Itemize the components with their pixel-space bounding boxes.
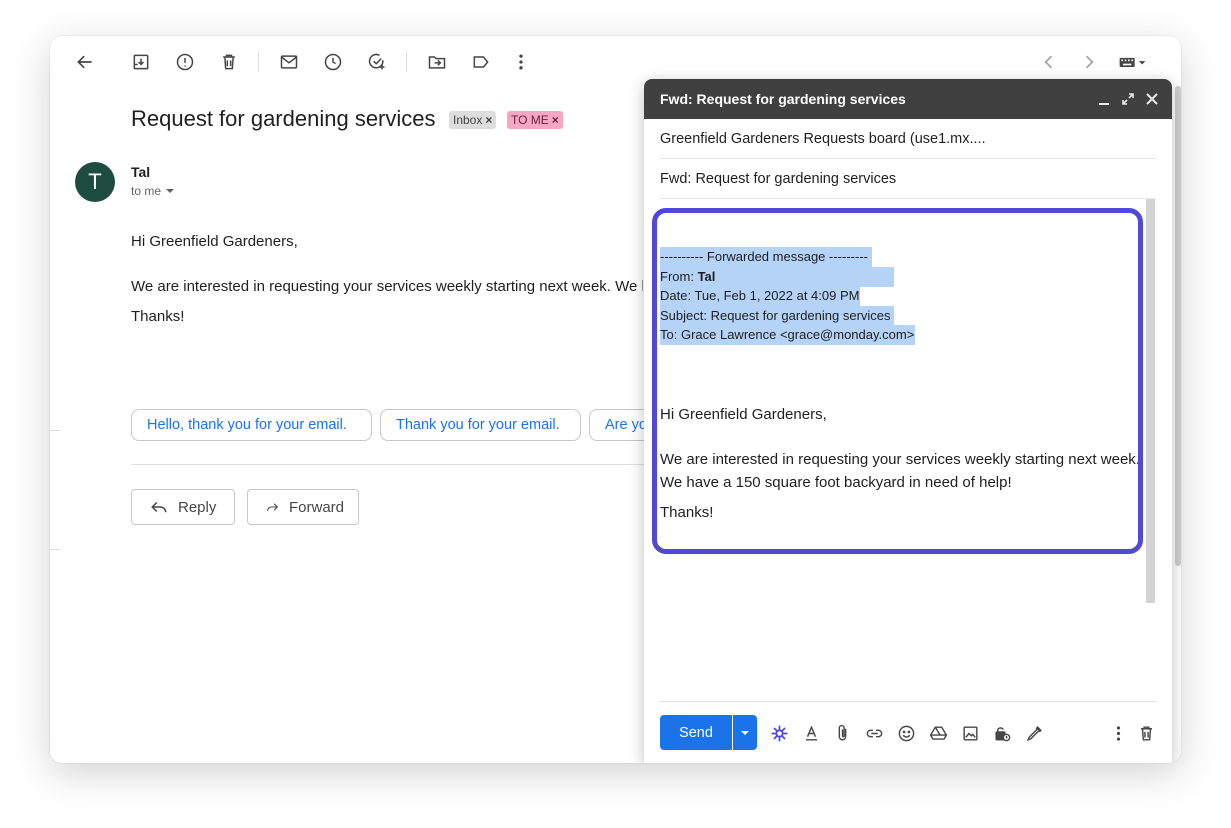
smart-reply-chip[interactable]: Thank you for your email. (380, 409, 581, 441)
reply-label: Reply (178, 498, 217, 516)
insert-photo-icon[interactable] (959, 722, 981, 744)
compose-title: Fwd: Request for gardening services (660, 91, 906, 107)
email-body-paragraph: We are interested in requesting your ser… (131, 278, 643, 295)
to-recipient: Greenfield Gardeners Requests board (use… (660, 130, 986, 147)
forward-label: Forward (288, 498, 344, 516)
content-divider (131, 464, 691, 465)
send-options-button[interactable] (733, 715, 757, 750)
minimize-icon[interactable] (1096, 91, 1112, 107)
recipient-line: to me (131, 184, 162, 198)
emoji-icon[interactable] (895, 722, 917, 744)
more-options-icon[interactable] (1107, 722, 1129, 744)
left-edge-mark (50, 549, 60, 550)
tome-label-chip[interactable]: TO ME × (507, 111, 563, 129)
forward-button[interactable]: Forward (247, 489, 359, 525)
inbox-label-text: Inbox (453, 113, 483, 127)
expand-icon[interactable] (1120, 91, 1136, 107)
reply-arrow-icon (151, 501, 167, 513)
more-vert-icon[interactable] (510, 51, 532, 73)
sender-name: Tal (131, 164, 151, 180)
forward-arrow-icon (267, 503, 279, 511)
email-body-greeting: Hi Greenfield Gardeners, (131, 233, 298, 250)
attachment-icon[interactable] (831, 722, 853, 744)
send-button[interactable]: Send (660, 715, 732, 750)
text-format-icon[interactable] (800, 722, 822, 744)
toolbar-divider (406, 52, 407, 72)
delete-icon[interactable] (218, 51, 240, 73)
compose-divider (660, 701, 1156, 702)
keyboard-input-icon[interactable] (1116, 51, 1150, 73)
prev-message-icon[interactable] (1038, 51, 1060, 73)
confidential-mode-icon[interactable] (991, 722, 1013, 744)
discard-draft-icon[interactable] (1135, 722, 1157, 744)
gmail-window: Request for gardening services Inbox × T… (50, 36, 1181, 763)
drive-icon[interactable] (927, 722, 949, 744)
add-task-icon[interactable] (366, 51, 388, 73)
move-to-folder-icon[interactable] (426, 51, 448, 73)
subject-field[interactable]: Fwd: Request for gardening services (660, 159, 1156, 199)
compose-subject: Fwd: Request for gardening services (660, 170, 897, 187)
compose-scrollbar[interactable] (1146, 199, 1155, 603)
sender-avatar[interactable]: T (75, 162, 115, 202)
dropdown-arrow-icon (741, 730, 749, 735)
email-subject: Request for gardening services (131, 106, 436, 131)
page-scrollbar[interactable] (1175, 86, 1181, 566)
mark-unread-icon[interactable] (278, 51, 300, 73)
label-tag-icon[interactable] (470, 51, 492, 73)
archive-icon[interactable] (130, 51, 152, 73)
reply-button[interactable]: Reply (131, 489, 235, 525)
remove-label-icon[interactable]: × (485, 113, 492, 127)
signature-pen-icon[interactable] (1023, 722, 1045, 744)
compose-header[interactable]: Fwd: Request for gardening services (644, 79, 1172, 119)
highlight-frame (652, 208, 1143, 554)
inbox-label-chip[interactable]: Inbox × (449, 111, 497, 129)
smart-reply-chip[interactable]: Hello, thank you for your email. (131, 409, 372, 441)
back-arrow-icon[interactable] (74, 51, 96, 73)
snooze-clock-icon[interactable] (322, 51, 344, 73)
remove-label-icon[interactable]: × (552, 113, 559, 127)
compose-window: Fwd: Request for gardening services Gree… (644, 79, 1172, 763)
close-icon[interactable] (1144, 91, 1160, 107)
toolbar-divider (258, 52, 259, 72)
to-field[interactable]: Greenfield Gardeners Requests board (use… (660, 119, 1156, 159)
chevron-down-icon (166, 189, 175, 193)
email-body-signoff: Thanks! (131, 308, 185, 325)
link-icon[interactable] (863, 722, 885, 744)
report-spam-icon[interactable] (174, 51, 196, 73)
ai-sparkle-icon[interactable] (768, 722, 790, 744)
tome-label-text: TO ME (511, 113, 549, 127)
recipient-details[interactable]: to me (131, 184, 175, 198)
next-message-icon[interactable] (1078, 51, 1100, 73)
left-edge-mark (50, 430, 60, 431)
